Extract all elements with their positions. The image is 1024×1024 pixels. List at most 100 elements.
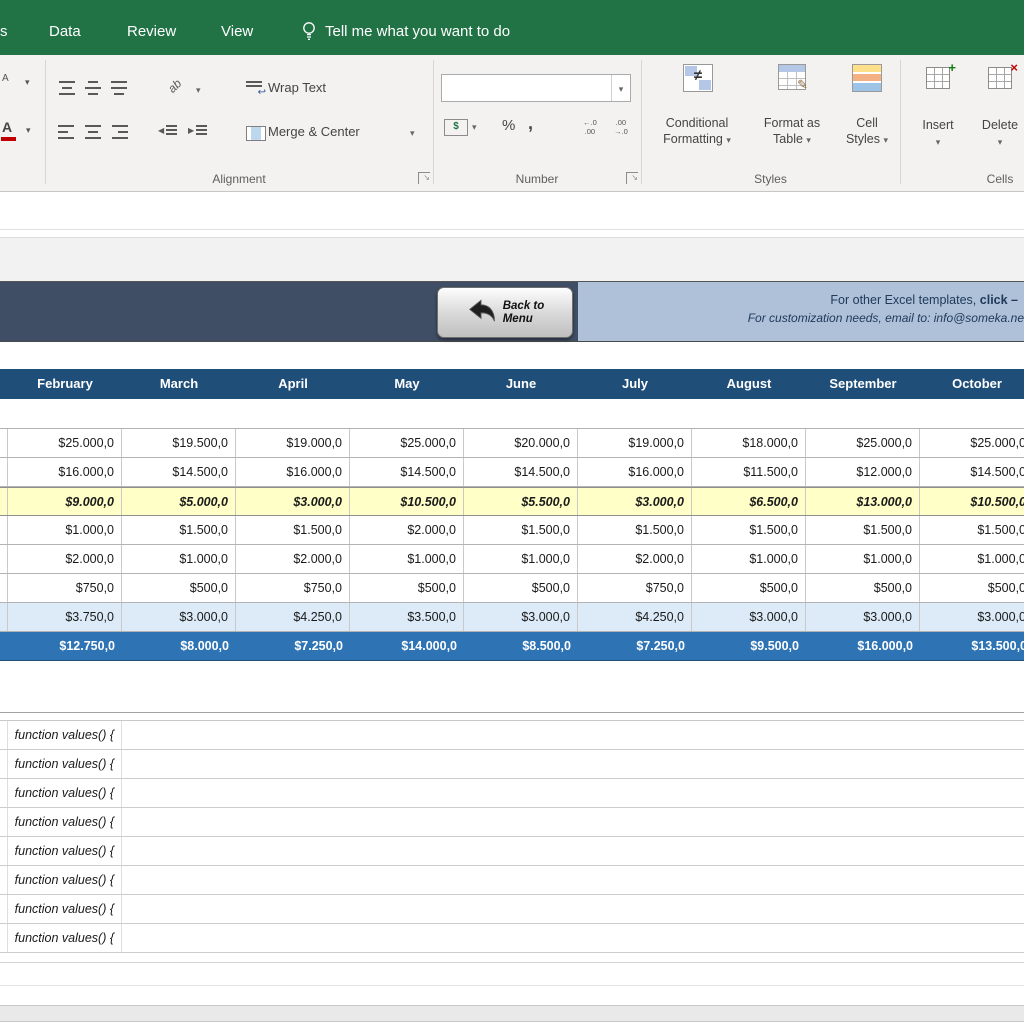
chevron-down-icon[interactable]: ▾	[26, 125, 31, 136]
align-right-icon[interactable]	[110, 125, 128, 139]
insert-button[interactable]: Insert ▾	[908, 117, 968, 150]
sheet-cell[interactable]: $2.000,0	[236, 545, 350, 573]
sheet-cell[interactable]: $2.000,0	[8, 545, 122, 573]
month-header-june[interactable]: June	[464, 369, 578, 399]
font-color-partial-icon[interactable]: A	[2, 119, 12, 135]
sheet-cell[interactable]: $750,0	[236, 574, 350, 602]
font-size-partial-icon[interactable]: A	[2, 73, 9, 84]
chevron-down-icon[interactable]: ▾	[196, 85, 201, 96]
sheet-cell[interactable]: $500,0	[464, 574, 578, 602]
sheet-cell[interactable]: function values() { [native code] }	[8, 779, 122, 807]
sheet-cell[interactable]: $25.000,0	[920, 429, 1024, 457]
percent-style-button[interactable]: %	[502, 117, 515, 134]
sheet-cell[interactable]: $16.000,0	[8, 458, 122, 486]
sheet-cell[interactable]: $1.000,0	[8, 516, 122, 544]
sheet-cell[interactable]: $3.000,0	[236, 488, 350, 515]
sheet-cell[interactable]: $500,0	[806, 574, 920, 602]
sheet-cell[interactable]: $8.500,0	[464, 632, 578, 660]
increase-indent-icon[interactable]: ▶	[188, 125, 207, 135]
sheet-cell[interactable]: $19.000,0	[236, 429, 350, 457]
sheet-cell[interactable]: $14.500,0	[350, 458, 464, 486]
sheet-cell[interactable]: $19.000,0	[578, 429, 692, 457]
sheet-cell[interactable]: $13.500,0	[920, 632, 1024, 660]
sheet-cell[interactable]: $500,0	[122, 574, 236, 602]
sheet-cell[interactable]: $9.000,0	[8, 488, 122, 515]
tab-view[interactable]: View	[221, 19, 253, 45]
sheet-cell[interactable]: $8.000,0	[122, 632, 236, 660]
sheet-cell[interactable]: $4.250,0	[236, 603, 350, 631]
sheet-cell[interactable]: function values() { [native code] }	[8, 895, 122, 923]
decrease-decimal-button[interactable]: .00→.0	[614, 118, 628, 136]
sheet-cell[interactable]: $3.750,0	[8, 603, 122, 631]
sheet-cell[interactable]: $1.500,0	[920, 516, 1024, 544]
sheet-cell[interactable]: $1.500,0	[806, 516, 920, 544]
sheet-cell[interactable]: $3.000,0	[692, 603, 806, 631]
month-header-may[interactable]: May	[350, 369, 464, 399]
sheet-cell[interactable]: function values() { [native code] }	[8, 866, 122, 894]
sheet-cell[interactable]: function values() { [native code] }	[8, 924, 122, 952]
sheet-cell[interactable]: $1.500,0	[464, 516, 578, 544]
align-center-icon[interactable]	[84, 125, 102, 139]
sheet-cell[interactable]: $3.500,0	[350, 603, 464, 631]
sheet-cell[interactable]: function values() { [native code] }	[8, 721, 122, 749]
month-header-march[interactable]: March	[122, 369, 236, 399]
sheet-cell[interactable]: $12.750,0	[8, 632, 122, 660]
align-top-icon[interactable]	[58, 81, 76, 95]
align-bottom-icon[interactable]	[110, 81, 128, 95]
sheet-cell[interactable]: $3.000,0	[806, 603, 920, 631]
chevron-down-icon[interactable]: ▾	[410, 128, 415, 139]
sheet-cell[interactable]: $1.500,0	[122, 516, 236, 544]
delete-button[interactable]: Delete ▾	[970, 117, 1024, 150]
sheet-cell[interactable]	[0, 808, 8, 836]
sheet-cell[interactable]: $25.000,0	[806, 429, 920, 457]
sheet-cell[interactable]	[0, 429, 8, 457]
sheet-cell[interactable]: $3.000,0	[464, 603, 578, 631]
increase-decimal-button[interactable]: ←.0.00	[583, 118, 597, 136]
sheet-cell[interactable]: $1.500,0	[236, 516, 350, 544]
sheet-cell[interactable]: $1.000,0	[350, 545, 464, 573]
sheet-cell[interactable]: $6.500,0	[692, 488, 806, 515]
tab-data[interactable]: Data	[49, 19, 81, 45]
sheet-cell[interactable]: $4.250,0	[578, 603, 692, 631]
month-header-october[interactable]: October	[920, 369, 1024, 399]
sheet-cell[interactable]: $14.000,0	[350, 632, 464, 660]
sheet-cell[interactable]	[0, 632, 8, 660]
sheet-cell[interactable]	[0, 545, 8, 573]
sheet-cell[interactable]	[0, 866, 8, 894]
sheet-cell[interactable]	[0, 488, 8, 515]
merge-center-button[interactable]: Merge & Center	[268, 124, 360, 139]
sheet-cell[interactable]: $5.000,0	[122, 488, 236, 515]
orientation-icon[interactable]: ab	[165, 76, 184, 95]
number-format-dropdown[interactable]: ▾	[441, 74, 631, 102]
conditional-formatting-button[interactable]: Conditional Formatting ▾	[642, 115, 752, 148]
sheet-cell[interactable]: $7.250,0	[578, 632, 692, 660]
sheet-cell[interactable]	[0, 779, 8, 807]
sheet-cell[interactable]: $12.000,0	[806, 458, 920, 486]
sheet-cell[interactable]: $11.500,0	[692, 458, 806, 486]
align-middle-icon[interactable]	[84, 81, 102, 95]
month-header-april[interactable]: April	[236, 369, 350, 399]
sheet-cell[interactable]	[0, 516, 8, 544]
wrap-text-button[interactable]: Wrap Text	[268, 80, 326, 95]
number-dialog-launcher-icon[interactable]: ↘	[626, 172, 638, 184]
chevron-down-icon[interactable]: ▾	[25, 77, 30, 88]
sheet-cell[interactable]: function values() { [native code] }	[8, 808, 122, 836]
sheet-cell[interactable]: $3.000,0	[920, 603, 1024, 631]
month-header-august[interactable]: August	[692, 369, 806, 399]
sheet-cell[interactable]	[0, 721, 8, 749]
sheet-cell[interactable]: $14.500,0	[464, 458, 578, 486]
sheet-cell[interactable]: $3.000,0	[122, 603, 236, 631]
tab-review[interactable]: Review	[127, 19, 176, 45]
sheet-cell[interactable]: $16.000,0	[578, 458, 692, 486]
sheet-cell[interactable]: $25.000,0	[8, 429, 122, 457]
sheet-cell[interactable]: $2.000,0	[578, 545, 692, 573]
sheet-cell[interactable]: $16.000,0	[806, 632, 920, 660]
chevron-down-icon[interactable]: ▾	[611, 75, 630, 101]
sheet-cell[interactable]: $10.500,0	[920, 488, 1024, 515]
align-left-icon[interactable]	[58, 125, 76, 139]
sheet-cell[interactable]: $9.500,0	[692, 632, 806, 660]
sheet-cell[interactable]: $1.500,0	[692, 516, 806, 544]
sheet-cell[interactable]: function values() { [native code] }	[8, 750, 122, 778]
sheet-cell[interactable]: $500,0	[920, 574, 1024, 602]
sheet-cell[interactable]: $20.000,0	[464, 429, 578, 457]
